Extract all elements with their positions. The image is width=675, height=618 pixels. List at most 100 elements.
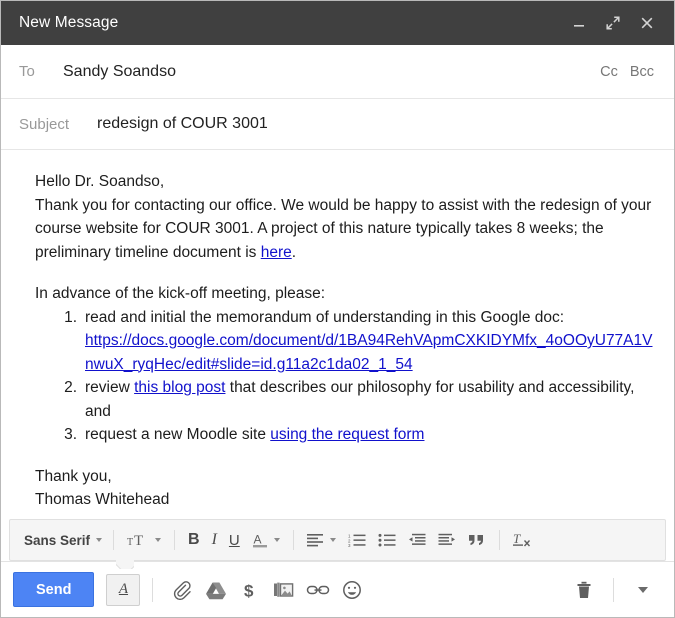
timeline-document-link[interactable]: here: [261, 244, 292, 261]
subject-field-row[interactable]: Subject redesign of COUR 3001: [1, 99, 674, 150]
remove-formatting-button[interactable]: T: [507, 525, 539, 555]
photo-icon: [273, 580, 295, 600]
cc-bcc-group: Cc Bcc: [600, 64, 660, 80]
task-3-prefix: request a new Moodle site: [85, 426, 271, 443]
send-button[interactable]: Send: [13, 572, 95, 607]
underlined-a-icon: A: [118, 581, 129, 597]
font-family-label: Sans Serif: [24, 532, 91, 548]
discard-draft-button[interactable]: [567, 573, 601, 607]
outdent-icon: [408, 533, 426, 547]
body-signature-block: Thank you, Thomas Whitehead: [35, 465, 656, 512]
to-input[interactable]: Sandy Soandso: [63, 63, 600, 81]
chevron-down-icon: [96, 538, 103, 542]
paragraph-1-text-after-link: .: [291, 243, 297, 261]
list-item: request a new Moodle site using the requ…: [51, 423, 656, 447]
to-field-row[interactable]: To Sandy Soandso Cc Bcc: [1, 45, 674, 99]
numbered-list-icon: 1 2 3: [348, 533, 366, 547]
svg-text:A: A: [253, 533, 261, 547]
cc-button[interactable]: Cc: [600, 64, 618, 80]
body-greeting: Hello Dr. Soandso,: [35, 173, 165, 190]
chevron-down-icon: [273, 538, 280, 542]
toolbar-notch: [116, 560, 134, 569]
paragraph-1-text-before-link: Thank you for contacting our office. We …: [35, 196, 652, 261]
bulleted-list-button[interactable]: [372, 525, 402, 555]
emoji-icon: [341, 580, 363, 600]
list-item: review this blog post that describes our…: [51, 376, 656, 423]
toolbar-divider: [174, 530, 176, 550]
underline-button[interactable]: U: [223, 525, 246, 555]
body-signature: Thomas Whitehead: [35, 491, 170, 508]
svg-text:3: 3: [348, 543, 351, 547]
paperclip-icon: [172, 580, 192, 600]
window-title: New Message: [19, 14, 119, 31]
chevron-down-icon: [329, 538, 336, 542]
dollar-sign-icon: $: [241, 580, 259, 600]
action-divider: [152, 577, 154, 602]
insert-money-button[interactable]: $: [233, 573, 267, 607]
align-button[interactable]: [301, 525, 342, 555]
to-label: To: [19, 63, 35, 80]
svg-text:T: T: [513, 531, 521, 546]
italic-button[interactable]: I: [206, 525, 223, 555]
compose-window: New Message To Sandy Soandso Cc Bcc Subj…: [0, 0, 675, 618]
text-color-button[interactable]: A: [246, 525, 286, 555]
font-size-icon: T T: [127, 532, 149, 548]
formatting-toolbar: Sans Serif T T B I U A 1 2 3 T: [9, 519, 666, 561]
insert-photo-button[interactable]: [267, 573, 301, 607]
link-icon: [306, 580, 330, 600]
insert-emoji-button[interactable]: [335, 573, 369, 607]
remove-formatting-icon: T: [512, 531, 533, 549]
trash-icon: [574, 580, 594, 600]
body-tasks-block: In advance of the kick-off meeting, plea…: [35, 282, 656, 447]
insert-link-button[interactable]: [301, 573, 335, 607]
compose-action-bar: Send A $: [1, 561, 674, 617]
minimize-icon[interactable]: [570, 14, 588, 32]
list-intro: In advance of the kick-off meeting, plea…: [35, 285, 326, 302]
quote-icon: [468, 533, 486, 547]
chevron-down-icon: [155, 538, 162, 542]
bold-button[interactable]: B: [182, 525, 206, 555]
compose-title-bar: New Message: [1, 1, 674, 45]
blog-post-link[interactable]: this blog post: [134, 379, 225, 396]
svg-text:T: T: [134, 533, 143, 548]
font-family-select[interactable]: Sans Serif: [16, 525, 106, 555]
indent-icon: [438, 533, 456, 547]
subject-input[interactable]: redesign of COUR 3001: [97, 115, 660, 133]
font-size-button[interactable]: T T: [121, 525, 167, 555]
numbered-list-button[interactable]: 1 2 3: [342, 525, 372, 555]
google-doc-link[interactable]: https://docs.google.com/document/d/1BA94…: [85, 329, 656, 376]
quote-button[interactable]: [462, 525, 492, 555]
insert-drive-button[interactable]: [199, 573, 233, 607]
task-list: read and initial the memorandum of under…: [35, 306, 656, 447]
svg-text:$: $: [244, 581, 254, 600]
task-2-prefix: review: [85, 379, 135, 396]
chevron-down-icon: [638, 586, 648, 593]
indent-button[interactable]: [432, 525, 462, 555]
text-color-icon: A: [252, 531, 268, 549]
google-drive-icon: [205, 580, 227, 600]
window-controls: [570, 14, 662, 32]
toolbar-divider: [113, 530, 115, 550]
expand-icon[interactable]: [604, 14, 622, 32]
bcc-button[interactable]: Bcc: [630, 64, 654, 80]
formatting-options-toggle[interactable]: A: [106, 573, 141, 606]
list-item: read and initial the memorandum of under…: [51, 306, 656, 377]
task-1-text: read and initial the memorandum of under…: [85, 308, 565, 326]
subject-label: Subject: [19, 115, 70, 133]
body-paragraph-1: Thank you for contacting our office. We …: [35, 194, 656, 265]
align-left-icon: [306, 533, 324, 547]
more-options-button[interactable]: [626, 573, 660, 607]
message-body[interactable]: Hello Dr. Soandso, Thank you for contact…: [1, 150, 674, 519]
formatting-toolbar-wrapper: Sans Serif T T B I U A 1 2 3 T: [1, 519, 674, 561]
svg-text:T: T: [127, 537, 133, 548]
toolbar-divider: [292, 530, 294, 550]
request-form-link[interactable]: using the request form: [270, 426, 424, 443]
action-divider: [613, 577, 614, 602]
outdent-button[interactable]: [402, 525, 432, 555]
body-intro-block: Hello Dr. Soandso, Thank you for contact…: [35, 170, 656, 264]
toolbar-divider: [498, 530, 500, 550]
attach-file-button[interactable]: [165, 573, 199, 607]
close-icon[interactable]: [638, 14, 656, 32]
body-closing: Thank you,: [35, 467, 112, 485]
bulleted-list-icon: [378, 533, 396, 547]
